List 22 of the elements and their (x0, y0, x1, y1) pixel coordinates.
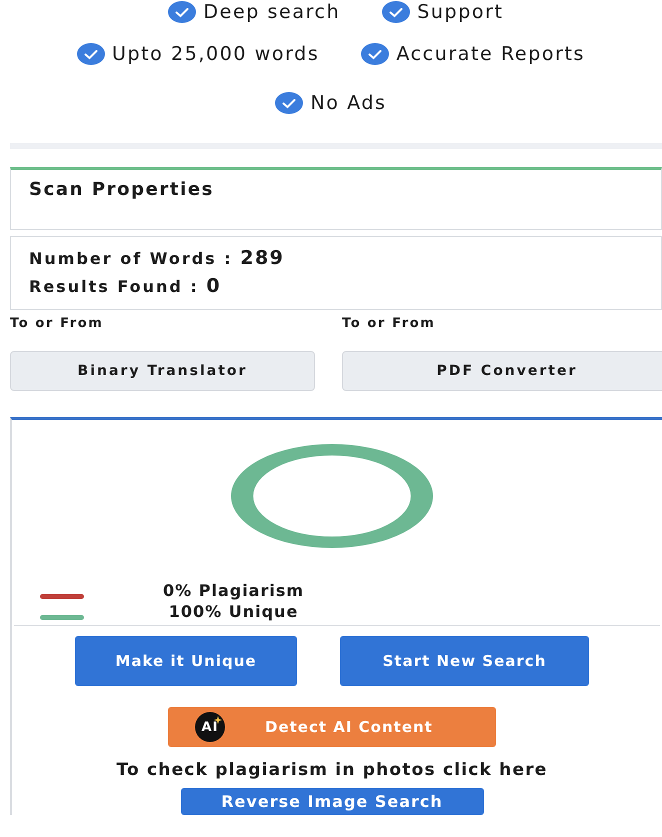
stat-value: 289 (240, 247, 284, 269)
hint-text: To check plagiarism in photos click here (116, 760, 548, 780)
tool-caption: To or From (342, 316, 436, 333)
reverse-image-search-button[interactable]: Reverse Image Search (180, 788, 484, 815)
legend-label: 100% Unique (168, 601, 300, 622)
tool-caption: To or From (10, 316, 104, 333)
feature-label: Support (417, 1, 504, 23)
feature-label: Deep search (203, 1, 340, 23)
stat-label: Number of Words : (29, 248, 234, 268)
feature-label: Accurate Reports (396, 42, 586, 64)
feature-label: No Ads (310, 92, 387, 114)
action-button[interactable]: Make it Unique (75, 636, 297, 686)
detect-ai-button[interactable]: AI Detect AI Content (168, 707, 496, 747)
action-button[interactable]: Start New Search (340, 636, 589, 686)
stat-value: 0 (206, 275, 222, 297)
feature-label: Upto 25,000 words (112, 42, 320, 64)
legend-label: 0% Plagiarism (163, 580, 304, 601)
tool-button[interactable]: PDF Converter (342, 351, 662, 391)
section-title: Scan Properties (29, 179, 215, 200)
stat-label: Results Found : (29, 276, 200, 296)
tool-button[interactable]: Binary Translator (10, 351, 315, 391)
ai-icon: AI (195, 712, 225, 742)
